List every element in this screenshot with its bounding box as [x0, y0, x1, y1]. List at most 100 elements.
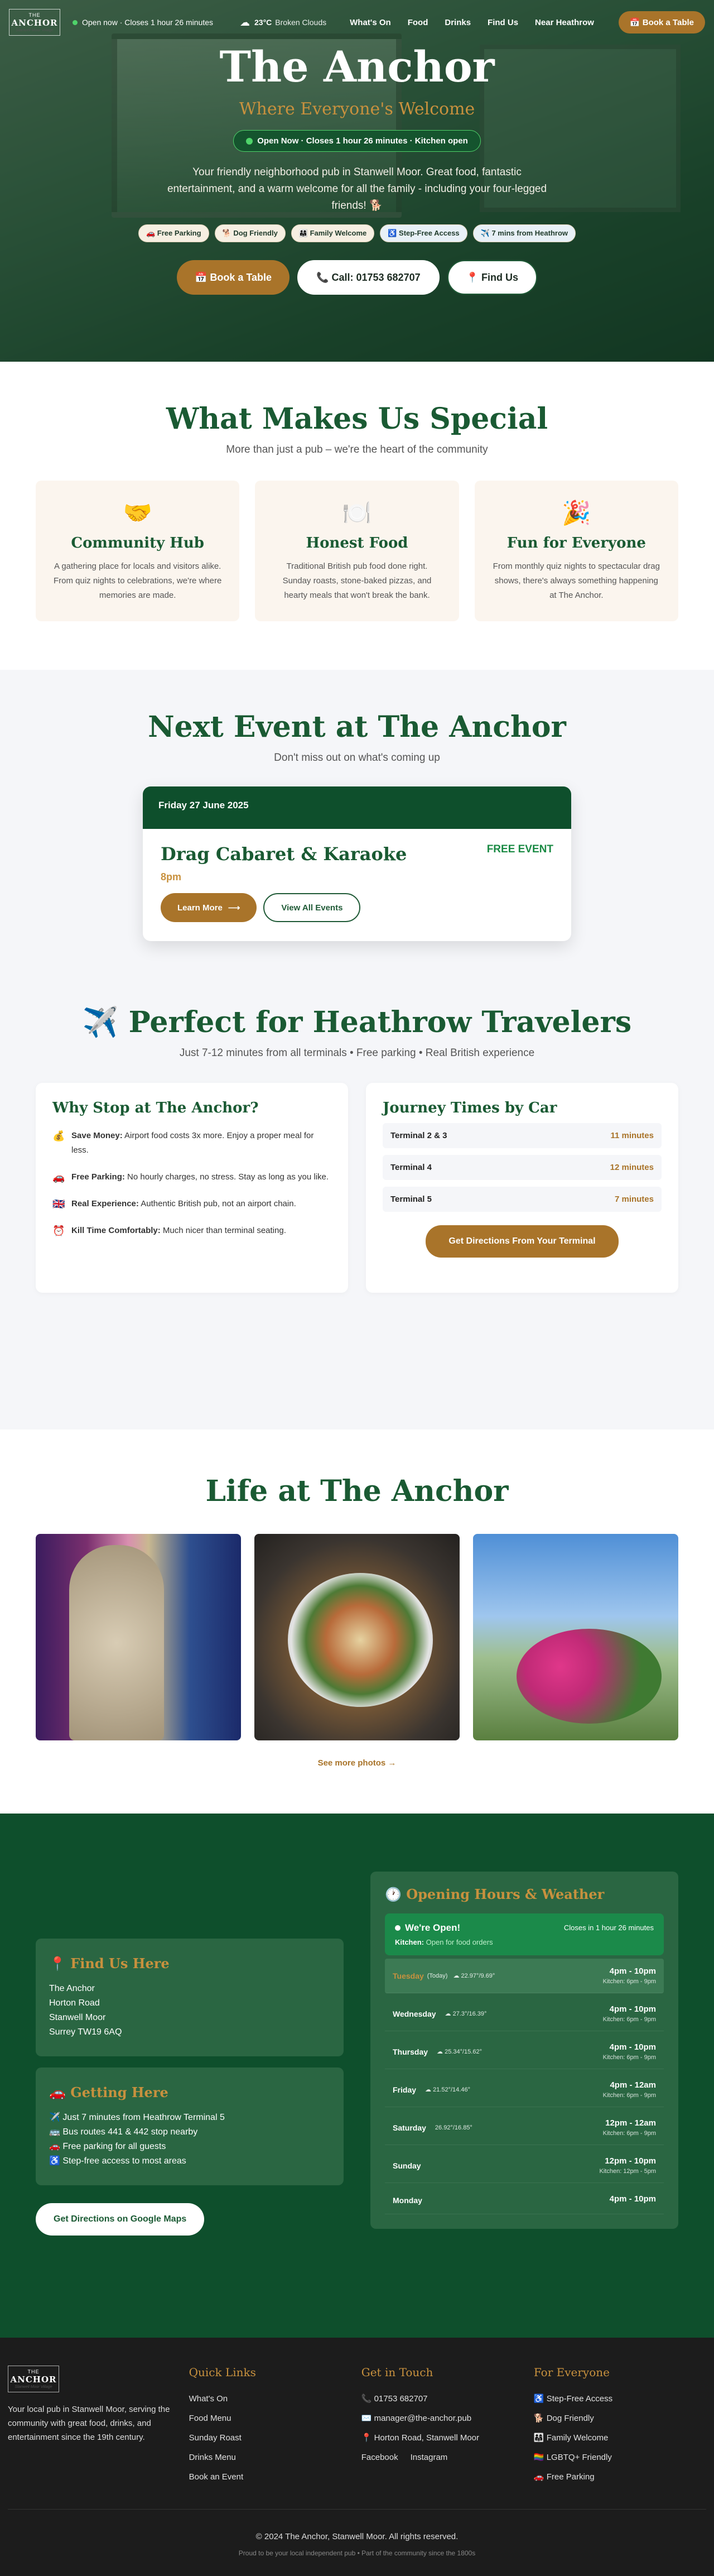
special-subtitle: More than just a pub – we're the heart o…: [226, 444, 488, 455]
facebook-link[interactable]: Facebook: [361, 2448, 398, 2467]
event-date: Friday 27 June 2025: [143, 786, 571, 829]
hours-row: Friday ☁ 21.52°/14.46° 4pm - 12am Kitchen: …: [385, 2073, 664, 2107]
open-status: Open now · Closes 1 hour 26 minutes: [73, 18, 213, 27]
for-everyone-item: 🐕 Dog Friendly: [533, 2414, 594, 2423]
journey-title: Journey Times by Car: [383, 1100, 557, 1116]
getting-here-item: ✈️ Just 7 minutes from Heathrow Terminal…: [49, 2113, 225, 2122]
nav-link-whats-on[interactable]: What's On: [350, 18, 391, 27]
nav-link-find-us[interactable]: Find Us: [488, 18, 518, 27]
hours-row: Wednesday ☁ 27.3°/16.39° 4pm - 10pm Kitchen…: [385, 1997, 664, 2031]
top-nav: THE ANCHOR Stanwell Moor Village Open no…: [0, 0, 714, 45]
reason-item: 🇬🇧 Real Experience: Authentic British pu…: [52, 1197, 331, 1211]
handshake-icon: 🤝: [123, 500, 152, 526]
footer-link[interactable]: Sunday Roast: [189, 2428, 361, 2448]
feature-card-text: From monthly quiz nights to spectacular …: [493, 562, 660, 600]
footer-phone[interactable]: 📞 01753 682707: [361, 2389, 534, 2409]
badge-step-free: ♿ Step-Free Access: [380, 224, 467, 242]
instagram-link[interactable]: Instagram: [411, 2448, 448, 2467]
kitchen-label: Kitchen:: [395, 1938, 424, 1946]
badge-family-welcome: 👨‍👩‍👧 Family Welcome: [291, 224, 375, 242]
nav-links: What's On Food Drinks Find Us Near Heath…: [350, 18, 611, 27]
day-kitchen-hours: Kitchen: 6pm - 9pm: [602, 2130, 656, 2137]
day-name: Wednesday: [393, 2009, 436, 2018]
getting-here-item: ♿ Step-free access to most areas: [49, 2156, 186, 2166]
learn-more-button[interactable]: Learn More ⟶: [161, 893, 257, 922]
event-section: Next Event at The Anchor Don't miss out …: [0, 670, 714, 1005]
footer-link[interactable]: Food Menu: [189, 2409, 361, 2428]
see-more-photos-link[interactable]: See more photos →: [36, 1758, 678, 1768]
kitchen-status: Kitchen: Open for food orders: [395, 1938, 654, 1946]
uk-flag-icon: 🇬🇧: [52, 1198, 65, 1210]
special-title: What Makes Us Special: [166, 402, 548, 436]
hours-day: Monday: [393, 2194, 431, 2206]
day-name: Tuesday: [393, 1971, 424, 1980]
event-time: 8pm: [161, 871, 182, 882]
hours-times: 12pm - 12am Kitchen: 6pm - 9pm: [603, 2118, 656, 2137]
hours-row: Sunday 12pm - 10pm Kitchen: 12pm - 5pm: [385, 2148, 664, 2183]
logo[interactable]: THE ANCHOR Stanwell Moor Village: [9, 9, 60, 36]
day-weather: 26.92°/16.85°: [435, 2124, 472, 2131]
footer-tagline: Proud to be your local independent pub •…: [238, 2549, 476, 2557]
footer-address: 📍 Horton Road, Stanwell Moor: [361, 2433, 480, 2443]
for-everyone-item: ♿ Step-Free Access: [533, 2394, 613, 2404]
nav-link-near-heathrow[interactable]: Near Heathrow: [535, 18, 594, 27]
footer-logo[interactable]: THE ANCHOR Stanwell Moor Village: [8, 2366, 59, 2392]
kitchen-status-text: Open for food orders: [426, 1938, 493, 1946]
day-hours: 12pm - 10pm: [605, 2156, 656, 2166]
gallery-title: Life at The Anchor: [205, 1474, 509, 1508]
footer-link[interactable]: Book an Event: [189, 2467, 361, 2487]
hero-book-button[interactable]: 📅 Book a Table: [176, 260, 290, 295]
day-hours: 4pm - 10pm: [609, 2042, 656, 2052]
journey-terminal: Terminal 4: [390, 1163, 432, 1172]
opening-hours-box: 🕐 Opening Hours & Weather We're Open! Ki…: [370, 1872, 678, 2229]
photo-drag-performer[interactable]: [36, 1534, 241, 1740]
find-us-box: 📍 Find Us Here The Anchor Horton Road St…: [36, 1939, 344, 2056]
heathrow-title: ✈️ Perfect for Heathrow Travelers: [82, 1005, 632, 1039]
photo-food-plate[interactable]: [254, 1534, 460, 1740]
footer-link[interactable]: Drinks Menu: [189, 2448, 361, 2467]
hero-call-button[interactable]: 📞 Call: 01753 682707: [297, 260, 440, 295]
day-hours: 4pm - 10pm: [609, 2194, 656, 2204]
hours-day: Saturday 26.92°/16.85°: [393, 2118, 472, 2137]
view-all-events-button[interactable]: View All Events: [263, 893, 361, 922]
day-hours: 12pm - 12am: [605, 2118, 656, 2128]
hours-times: 4pm - 10pm Kitchen: 6pm - 9pm: [603, 2042, 656, 2061]
footer-link[interactable]: What's On: [189, 2389, 361, 2409]
status-dot: [246, 137, 253, 145]
event-card: Friday 27 June 2025 Drag Cabaret & Karao…: [143, 786, 571, 941]
plate-icon: 🍽️: [342, 500, 372, 526]
hours-day: Wednesday ☁ 27.3°/16.39°: [393, 2004, 486, 2023]
hero-tagline: Where Everyone's Welcome: [239, 99, 475, 119]
day-kitchen-hours: Kitchen: 6pm - 9pm: [602, 2016, 656, 2023]
for-everyone-item: 🚗 Free Parking: [533, 2472, 595, 2482]
google-maps-button[interactable]: Get Directions on Google Maps: [36, 2203, 205, 2236]
logo-sub: Stanwell Moor Village: [15, 2385, 52, 2389]
party-icon: 🎉: [562, 500, 591, 526]
terminal-directions-button[interactable]: Get Directions From Your Terminal: [426, 1225, 619, 1258]
hero-intro: Your friendly neighborhood pub in Stanwe…: [167, 166, 547, 212]
day-hours: 4pm - 12am: [610, 2080, 656, 2090]
reason-text: No hourly charges, no stress. Stay as lo…: [124, 1172, 329, 1182]
hours-times: 4pm - 10pm Kitchen: 6pm - 9pm: [603, 2004, 656, 2023]
money-bag-icon: 💰: [52, 1130, 65, 1141]
get-in-touch-title: Get in Touch: [361, 2366, 433, 2379]
nav-link-drinks[interactable]: Drinks: [445, 18, 471, 27]
event-subtitle: Don't miss out on what's coming up: [274, 752, 440, 764]
day-weather: ☁ 25.34°/15.62°: [437, 2049, 482, 2055]
reason-text: Much nicer than terminal seating.: [160, 1226, 286, 1235]
footer-email[interactable]: ✉️ manager@the-anchor.pub: [361, 2409, 534, 2428]
day-kitchen-hours: Kitchen: 6pm - 9pm: [602, 2092, 656, 2099]
day-weather: ☁ 27.3°/16.39°: [445, 2011, 487, 2017]
feature-card: 🤝 Community Hub A gathering place for lo…: [36, 481, 240, 621]
getting-here-title: 🚗 Getting Here: [49, 2084, 168, 2100]
badge-heathrow: ✈️ 7 mins from Heathrow: [472, 224, 576, 242]
hours-day: Tuesday (Today) ☁ 22.97°/9.69°: [393, 1966, 495, 1985]
reason-label: Save Money:: [71, 1131, 123, 1140]
journey-row: Terminal 4 12 minutes: [383, 1155, 662, 1180]
day-kitchen-hours: Kitchen: 12pm - 5pm: [599, 2168, 657, 2175]
journey-row: Terminal 5 7 minutes: [383, 1187, 662, 1212]
nav-link-food[interactable]: Food: [408, 18, 428, 27]
hero-find-button[interactable]: 📍 Find Us: [447, 260, 538, 295]
nav-book-button[interactable]: 📅 Book a Table: [618, 11, 705, 33]
photo-garden-flowers[interactable]: [473, 1534, 678, 1740]
